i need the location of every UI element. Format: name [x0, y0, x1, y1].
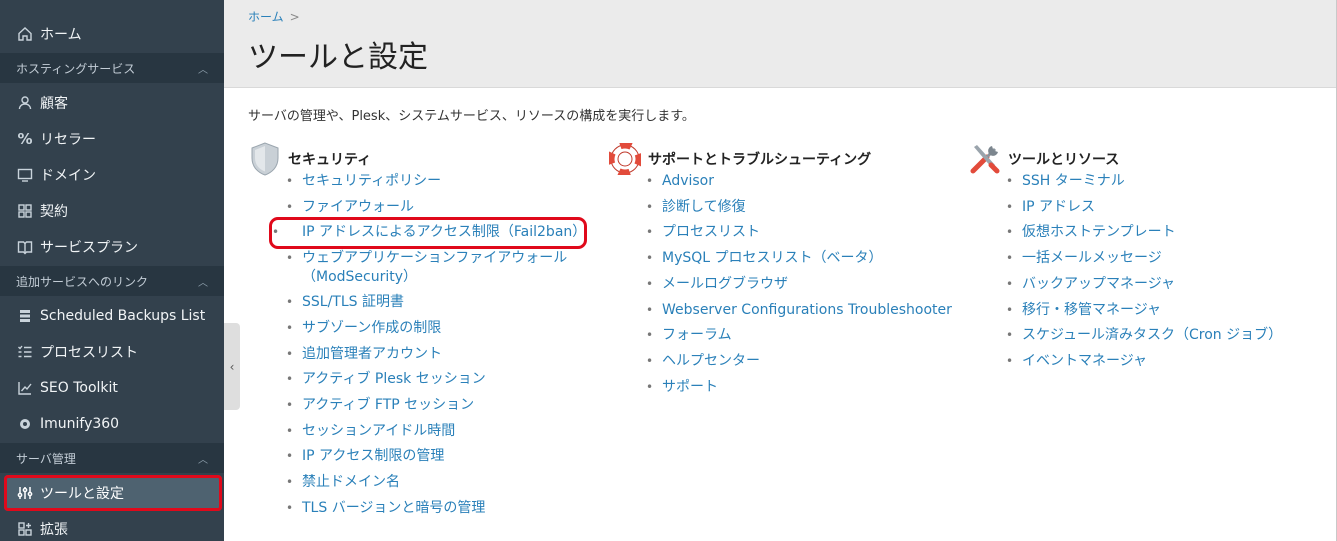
sliders-icon	[16, 484, 34, 502]
page-title: ツールと設定	[248, 40, 428, 75]
tools-section: ツールとリソース SSH ターミナル IP アドレス 仮想ホストテンプレート 一…	[968, 145, 1282, 375]
link-help-center[interactable]: ヘルプセンター	[646, 349, 952, 375]
link-security-policy[interactable]: セキュリティポリシー	[286, 169, 586, 195]
sidebar-item-process-list[interactable]: プロセスリスト	[0, 334, 224, 370]
sidebar-item-resellers[interactable]: % リセラー	[0, 121, 224, 157]
list-check-icon	[16, 343, 34, 361]
percent-icon: %	[17, 130, 33, 148]
link-vhost-template[interactable]: 仮想ホストテンプレート	[1006, 220, 1282, 246]
lifebuoy-icon	[608, 142, 642, 176]
page-description: サーバの管理や、Plesk、システムサービス、リソースの構成を実行します。	[248, 109, 695, 124]
link-session-idle-time[interactable]: セッションアイドル時間	[286, 419, 586, 445]
sidebar-item-label: 契約	[40, 204, 68, 220]
sidebar-item-label: サービスプラン	[40, 240, 138, 256]
gear-icon	[16, 415, 34, 433]
sidebar-section-label: サーバ管理	[16, 451, 76, 466]
link-ip-access-restriction[interactable]: IP アクセス制限の管理	[286, 444, 586, 470]
link-active-plesk-sessions[interactable]: アクティブ Plesk セッション	[286, 367, 586, 393]
sidebar-section-hosting[interactable]: ホスティングサービス ︿	[0, 53, 224, 83]
tools-link-list: SSH ターミナル IP アドレス 仮想ホストテンプレート 一括メールメッセージ…	[1006, 169, 1282, 375]
chevron-up-icon: ︿	[198, 454, 208, 466]
sidebar-item-label: Imunify360	[40, 416, 120, 432]
home-icon	[16, 25, 34, 43]
link-process-list[interactable]: プロセスリスト	[646, 220, 952, 246]
link-mysql-process-list[interactable]: MySQL プロセスリスト（ベータ）	[646, 246, 952, 272]
link-ip-addresses[interactable]: IP アドレス	[1006, 195, 1282, 221]
sidebar-item-label: ホーム	[40, 27, 82, 43]
extensions-icon	[16, 520, 34, 538]
sidebar-item-domains[interactable]: ドメイン	[0, 157, 224, 193]
sidebar-item-scheduled-backups[interactable]: Scheduled Backups List	[0, 298, 224, 334]
sidebar-item-label: ドメイン	[40, 168, 96, 184]
link-diagnose-repair[interactable]: 診断して修復	[646, 195, 952, 221]
sidebar-item-label: リセラー	[40, 132, 96, 148]
sidebar-item-label: 拡張	[40, 522, 68, 538]
chevron-left-icon: ‹	[229, 359, 235, 374]
support-title: サポートとトラブルシューティング	[648, 152, 872, 168]
page-header: ホーム > ツールと設定	[224, 0, 1337, 88]
tools-title: ツールとリソース	[1008, 152, 1120, 168]
security-section: セキュリティ セキュリティポリシー ファイアウォール IP アドレスによるアクセ…	[248, 142, 587, 522]
book-icon	[16, 238, 34, 256]
sidebar-item-subscriptions[interactable]: 契約	[0, 193, 224, 229]
chevron-up-icon: ︿	[198, 277, 208, 289]
sidebar: ホーム ホスティングサービス ︿ 顧客 % リセラー ドメイン 契約 サービスプ…	[0, 0, 224, 541]
sidebar-collapse-handle[interactable]: ‹	[224, 323, 240, 410]
sidebar-item-seo-toolkit[interactable]: SEO Toolkit	[0, 370, 224, 406]
link-support[interactable]: サポート	[646, 375, 952, 401]
sidebar-section-links[interactable]: 追加サービスへのリンク ︿	[0, 266, 224, 296]
sidebar-item-extensions[interactable]: 拡張	[0, 511, 224, 541]
sidebar-section-server[interactable]: サーバ管理 ︿	[0, 443, 224, 473]
sidebar-item-customers[interactable]: 顧客	[0, 85, 224, 121]
link-firewall[interactable]: ファイアウォール	[286, 195, 586, 221]
link-webserver-troubleshooter[interactable]: Webserver Configurations Troubleshooter	[646, 298, 952, 324]
grid-icon	[16, 202, 34, 220]
breadcrumb-separator: >	[289, 10, 300, 24]
link-event-manager[interactable]: イベントマネージャ	[1006, 349, 1282, 375]
sidebar-item-service-plans[interactable]: サービスプラン	[0, 229, 224, 265]
link-prohibited-domains[interactable]: 禁止ドメイン名	[286, 470, 586, 496]
sidebar-section-label: 追加サービスへのリンク	[16, 274, 149, 289]
sidebar-item-tools-settings[interactable]: ツールと設定	[4, 475, 222, 511]
breadcrumb: ホーム >	[248, 8, 300, 25]
security-title: セキュリティ	[288, 152, 372, 168]
sidebar-item-label: SEO Toolkit	[40, 380, 118, 396]
shield-icon	[248, 142, 282, 176]
sidebar-item-label: 顧客	[40, 96, 68, 112]
breadcrumb-home-link[interactable]: ホーム	[248, 10, 284, 24]
support-section: サポートとトラブルシューティング Advisor 診断して修復 プロセスリスト …	[608, 142, 952, 400]
sidebar-section-label: ホスティングサービス	[16, 61, 136, 76]
link-scheduled-tasks[interactable]: スケジュール済みタスク（Cron ジョブ）	[1006, 323, 1282, 349]
link-mail-log-browser[interactable]: メールログブラウザ	[646, 272, 952, 298]
sidebar-item-label: ツールと設定	[40, 486, 124, 502]
link-modsecurity[interactable]: ウェブアプリケーションファイアウォール（ModSecurity）	[286, 246, 586, 290]
link-subzone-restrictions[interactable]: サブゾーン作成の制限	[286, 316, 586, 342]
monitor-icon	[16, 166, 34, 184]
sidebar-item-label: Scheduled Backups List	[40, 308, 206, 324]
security-link-list: セキュリティポリシー ファイアウォール IP アドレスによるアクセス制限（Fai…	[269, 169, 587, 522]
tools-icon	[968, 142, 1002, 176]
support-link-list: Advisor 診断して修復 プロセスリスト MySQL プロセスリスト（ベータ…	[646, 169, 952, 400]
link-fail2ban[interactable]: IP アドレスによるアクセス制限（Fail2ban）	[269, 217, 587, 250]
link-mass-email[interactable]: 一括メールメッセージ	[1006, 246, 1282, 272]
sidebar-item-imunify[interactable]: Imunify360	[0, 406, 224, 442]
sidebar-item-label: プロセスリスト	[40, 345, 138, 361]
link-ssl-certificates[interactable]: SSL/TLS 証明書	[286, 290, 586, 316]
user-icon	[16, 94, 34, 112]
chart-icon	[16, 379, 34, 397]
link-active-ftp-sessions[interactable]: アクティブ FTP セッション	[286, 393, 586, 419]
link-advisor[interactable]: Advisor	[646, 169, 952, 195]
chevron-up-icon: ︿	[198, 64, 208, 76]
link-forum[interactable]: フォーラム	[646, 323, 952, 349]
link-backup-manager[interactable]: バックアップマネージャ	[1006, 272, 1282, 298]
backup-icon	[16, 307, 34, 325]
link-ssh-terminal[interactable]: SSH ターミナル	[1006, 169, 1282, 195]
link-tls-ciphers[interactable]: TLS バージョンと暗号の管理	[286, 496, 586, 522]
link-additional-admins[interactable]: 追加管理者アカウント	[286, 342, 586, 368]
link-migration-manager[interactable]: 移行・移管マネージャ	[1006, 298, 1282, 324]
sidebar-item-home[interactable]: ホーム	[0, 16, 224, 52]
